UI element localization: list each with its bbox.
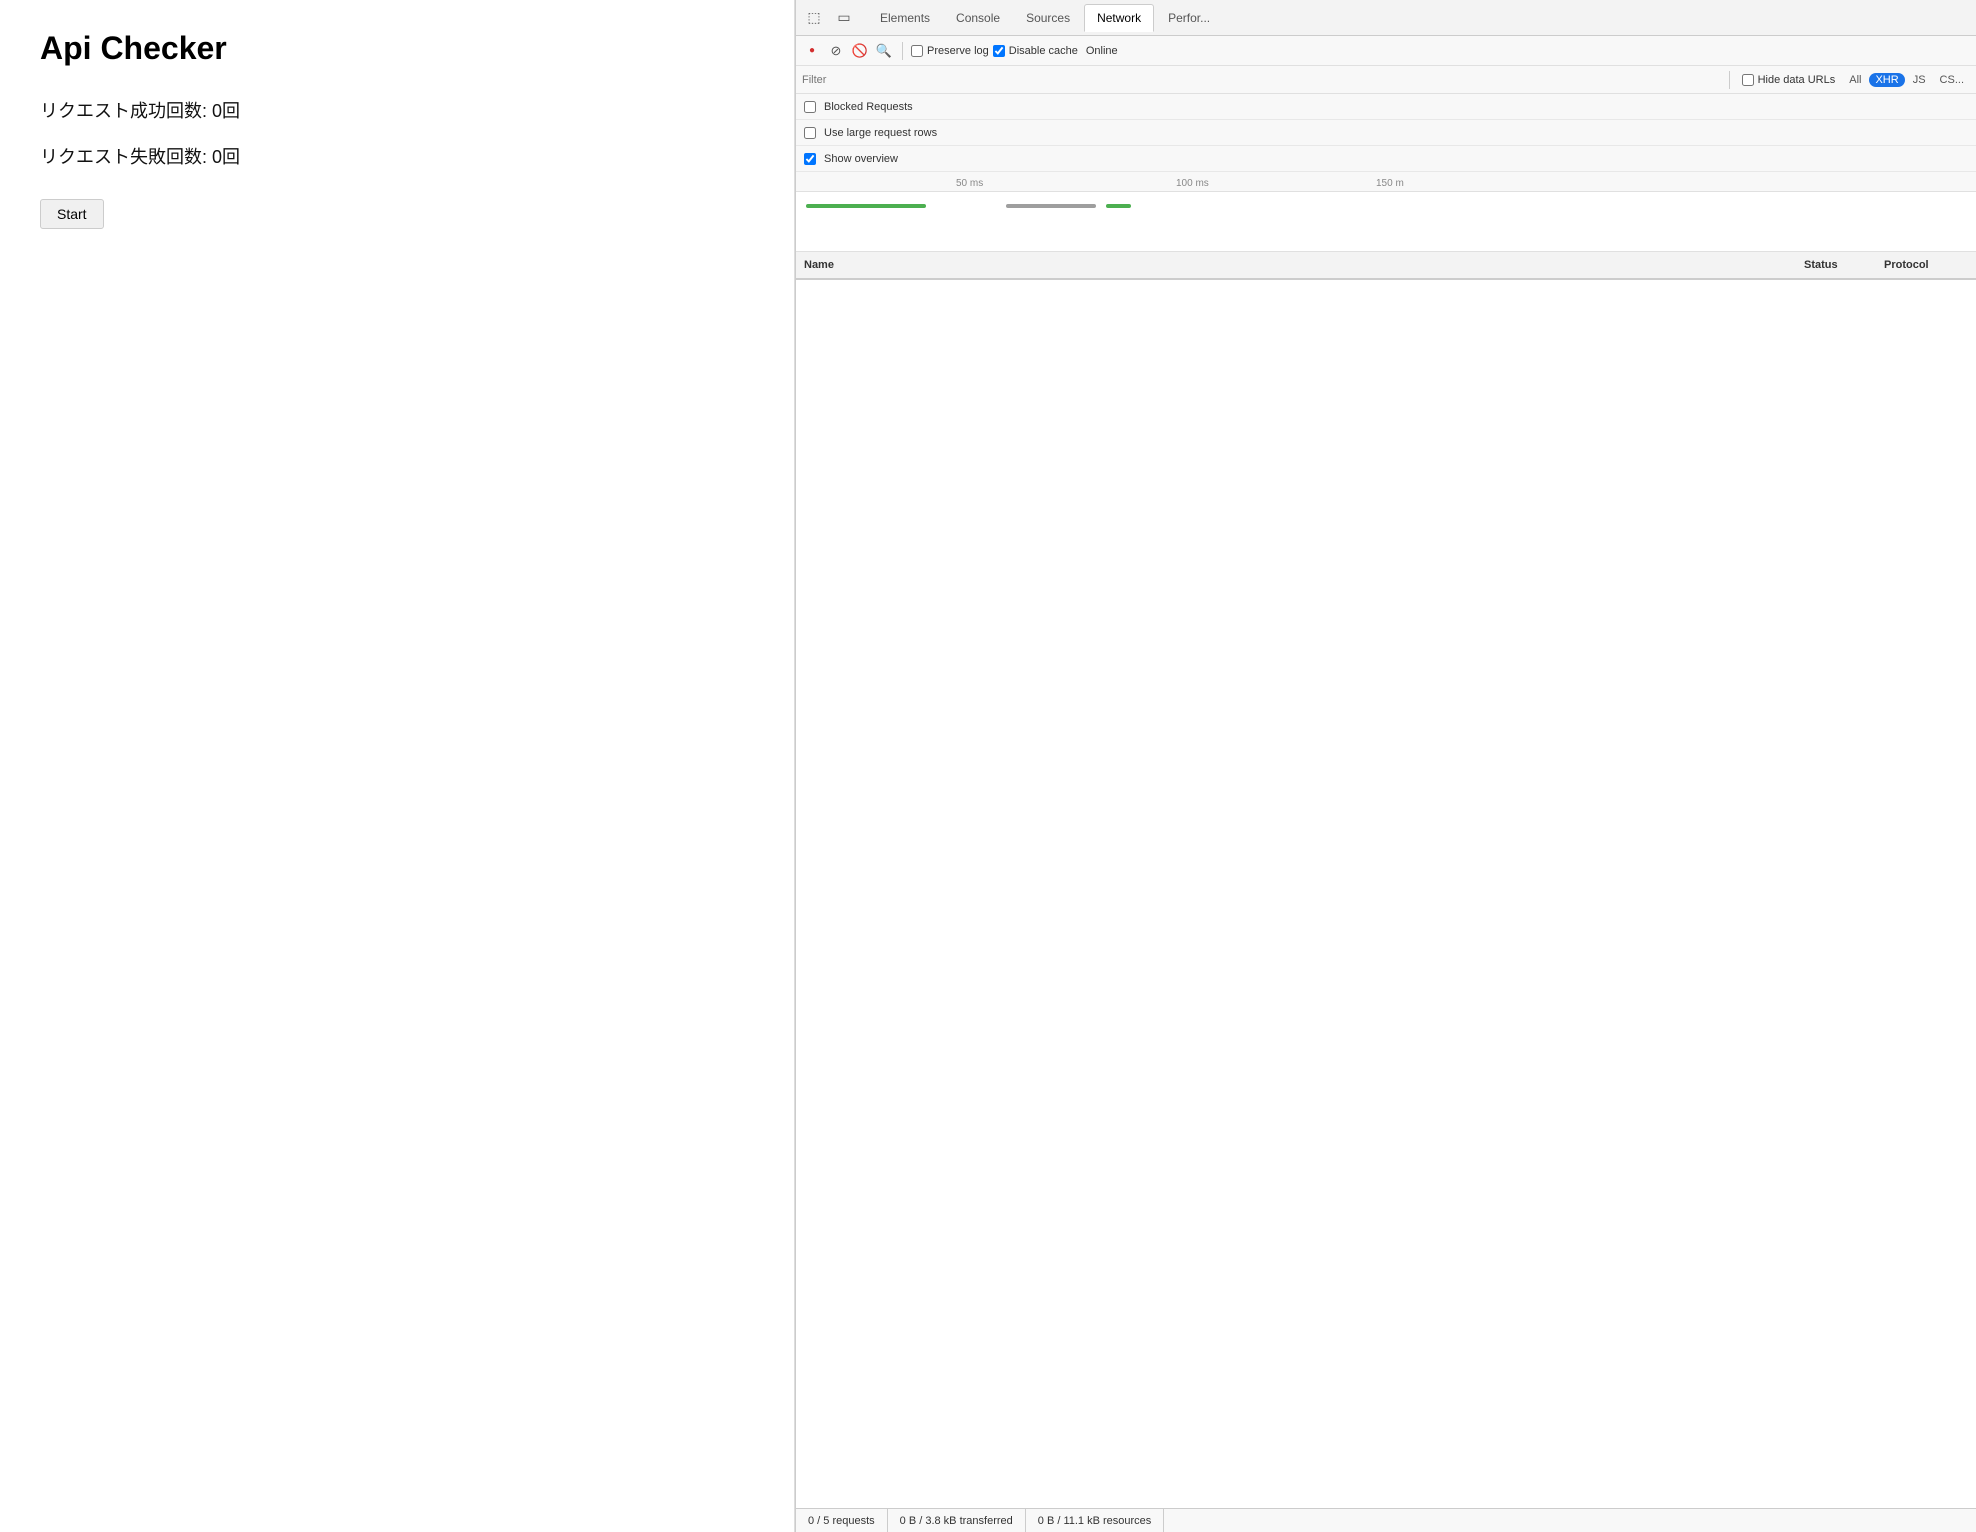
type-css[interactable]: CS... <box>1934 73 1970 87</box>
waterfall-bar-2 <box>1006 204 1096 208</box>
disable-cache-label[interactable]: Disable cache <box>993 45 1078 57</box>
hide-data-urls-label[interactable]: Hide data URLs <box>1742 74 1836 86</box>
statusbar-resources: 0 B / 11.1 kB resources <box>1026 1509 1165 1532</box>
devtools-toolbar: ● ⊘ 🚫 🔍 Preserve log Disable cache Onlin… <box>796 36 1976 66</box>
table-body <box>796 280 1976 1508</box>
col-protocol: Protocol <box>1876 259 1976 271</box>
tab-console[interactable]: Console <box>944 4 1012 32</box>
devtools-tab-icons: ⬚ ▭ <box>800 4 858 32</box>
fail-count: リクエスト失敗回数: 0回 <box>40 143 754 169</box>
blocked-requests-row: Blocked Requests <box>796 94 1976 120</box>
timeline-area: 50 ms 100 ms 150 m <box>796 172 1976 252</box>
page-title: Api Checker <box>40 30 754 67</box>
col-status: Status <box>1796 259 1876 271</box>
devtools-filter-row: Hide data URLs All XHR JS CS... <box>796 66 1976 94</box>
timeline-chart <box>796 192 1976 252</box>
show-overview-checkbox[interactable] <box>804 153 816 165</box>
filter-type-buttons: All XHR JS CS... <box>1843 73 1970 87</box>
tick-50ms: 50 ms <box>956 178 983 189</box>
blocked-requests-checkbox[interactable] <box>804 101 816 113</box>
large-rows-row: Use large request rows <box>796 120 1976 146</box>
tab-elements[interactable]: Elements <box>868 4 942 32</box>
col-name: Name <box>796 259 1796 271</box>
show-overview-row: Show overview <box>796 146 1976 172</box>
timeline-ruler: 50 ms 100 ms 150 m <box>796 172 1976 192</box>
search-icon[interactable]: 🔍 <box>874 41 894 61</box>
statusbar-requests: 0 / 5 requests <box>796 1509 888 1532</box>
large-rows-checkbox[interactable] <box>804 127 816 139</box>
clear-icon[interactable]: 🚫 <box>850 41 870 61</box>
waterfall-bar-3 <box>1106 204 1131 208</box>
tab-sources[interactable]: Sources <box>1014 4 1082 32</box>
inspect-icon[interactable]: ⬚ <box>800 4 828 32</box>
blocked-requests-label: Blocked Requests <box>824 101 913 113</box>
start-button[interactable]: Start <box>40 199 104 229</box>
show-overview-label: Show overview <box>824 153 898 165</box>
browser-page: Api Checker リクエスト成功回数: 0回 リクエスト失敗回数: 0回 … <box>0 0 795 1532</box>
success-count: リクエスト成功回数: 0回 <box>40 97 754 123</box>
filter-separator <box>1729 71 1730 89</box>
waterfall-bar-1 <box>806 204 926 208</box>
tab-performance[interactable]: Perfor... <box>1156 4 1222 32</box>
large-rows-label: Use large request rows <box>824 127 937 139</box>
type-all[interactable]: All <box>1843 73 1867 87</box>
disable-cache-checkbox[interactable] <box>993 45 1005 57</box>
filter-input[interactable] <box>802 74 1717 86</box>
tab-network[interactable]: Network <box>1084 4 1154 32</box>
stop-icon[interactable]: ⊘ <box>826 41 846 61</box>
tick-100ms: 100 ms <box>1176 178 1209 189</box>
online-label: Online <box>1086 45 1118 57</box>
table-header: Name Status Protocol <box>796 252 1976 280</box>
tick-150ms: 150 m <box>1376 178 1404 189</box>
preserve-log-label[interactable]: Preserve log <box>911 45 989 57</box>
devtools-panel: ⬚ ▭ Elements Console Sources Network Per… <box>795 0 1976 1532</box>
hide-data-urls-checkbox[interactable] <box>1742 74 1754 86</box>
devtools-statusbar: 0 / 5 requests 0 B / 3.8 kB transferred … <box>796 1508 1976 1532</box>
record-icon[interactable]: ● <box>802 41 822 61</box>
type-xhr[interactable]: XHR <box>1869 73 1904 87</box>
devtools-tabs: ⬚ ▭ Elements Console Sources Network Per… <box>796 0 1976 36</box>
statusbar-transferred: 0 B / 3.8 kB transferred <box>888 1509 1026 1532</box>
preserve-log-checkbox[interactable] <box>911 45 923 57</box>
device-icon[interactable]: ▭ <box>830 4 858 32</box>
toolbar-separator-1 <box>902 42 903 60</box>
type-js[interactable]: JS <box>1907 73 1932 87</box>
